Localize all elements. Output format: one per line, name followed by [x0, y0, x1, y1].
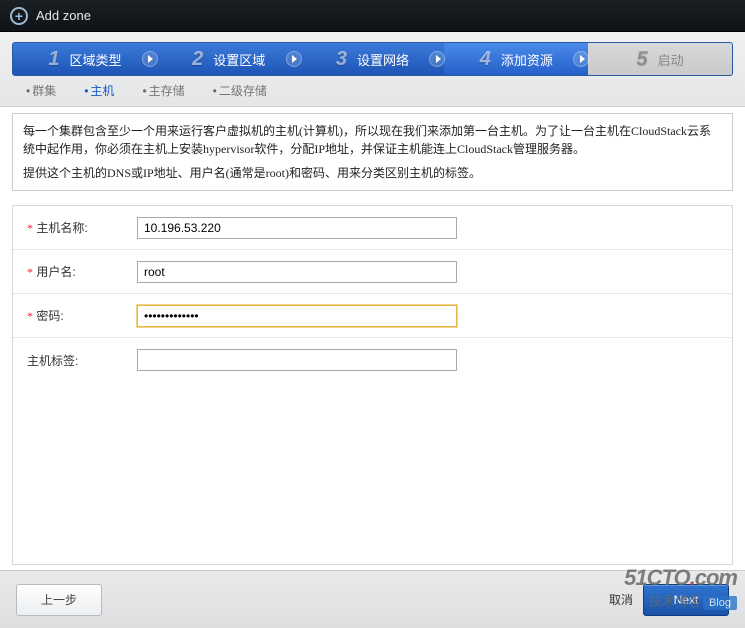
hostname-input[interactable]: [137, 217, 457, 239]
row-host-tags: 主机标签:: [13, 338, 732, 382]
next-button[interactable]: Next: [643, 584, 729, 616]
window-title: Add zone: [36, 8, 91, 23]
password-label: * 密码:: [27, 307, 137, 324]
row-password: * 密码:: [13, 294, 732, 338]
step-number: 3: [336, 48, 347, 71]
row-hostname: * 主机名称:: [13, 206, 732, 250]
subtabs: •群集 •主机 •主存储 •二级存储: [12, 76, 733, 100]
bullet-icon: •: [142, 84, 146, 98]
step-label: 设置网络: [357, 50, 409, 69]
step-label: 启动: [658, 50, 684, 69]
info-text-2: 提供这个主机的DNS或IP地址、用户名(通常是root)和密码、用来分类区别主机…: [23, 164, 722, 182]
bullet-icon: •: [84, 84, 88, 98]
step-label: 添加资源: [501, 50, 553, 69]
chevron-right-icon: [573, 51, 589, 67]
previous-button[interactable]: 上一步: [16, 584, 102, 616]
step-number: 2: [192, 48, 203, 71]
chevron-right-icon: [429, 51, 445, 67]
step-launch: 5 启动: [588, 43, 732, 75]
info-text-1: 每一个集群包含至少一个用来运行客户虚拟机的主机(计算机)，所以现在我们来添加第一…: [23, 122, 722, 158]
bullet-icon: •: [213, 84, 217, 98]
step-number: 1: [48, 48, 59, 71]
hostname-label: * 主机名称:: [27, 219, 137, 236]
cancel-link[interactable]: 取消: [609, 591, 633, 608]
subtab-label: 主存储: [149, 84, 185, 98]
chevron-right-icon: [286, 51, 302, 67]
subtab-secondary-storage[interactable]: •二级存储: [213, 82, 267, 100]
host-tags-input[interactable]: [137, 349, 457, 371]
plus-icon: +: [10, 7, 28, 25]
step-label: 区域类型: [69, 50, 121, 69]
bullet-icon: •: [26, 84, 30, 98]
step-zone-type[interactable]: 1 区域类型: [13, 43, 157, 75]
subtab-cluster[interactable]: •群集: [26, 82, 56, 100]
password-input[interactable]: [137, 305, 457, 327]
step-setup-network[interactable]: 3 设置网络: [301, 43, 445, 75]
subtab-host[interactable]: •主机: [84, 82, 114, 100]
form-panel: * 主机名称: * 用户名: * 密码: 主机标签:: [12, 205, 733, 565]
step-number: 5: [637, 48, 648, 71]
host-tags-label: 主机标签:: [27, 352, 137, 369]
step-number: 4: [480, 48, 491, 71]
step-add-resources[interactable]: 4 添加资源: [444, 43, 588, 75]
wizard-steps-area: 1 区域类型 2 设置区域 3 设置网络 4 添加资源 5 启动 •群集 •主机…: [0, 32, 745, 107]
titlebar: + Add zone: [0, 0, 745, 32]
subtab-label: 主机: [90, 84, 114, 98]
username-input[interactable]: [137, 261, 457, 283]
wizard-steps: 1 区域类型 2 设置区域 3 设置网络 4 添加资源 5 启动: [12, 42, 733, 76]
username-label: * 用户名:: [27, 263, 137, 280]
chevron-right-icon: [142, 51, 158, 67]
bottom-bar: 上一步 取消 Next: [0, 570, 745, 628]
right-actions: 取消 Next: [609, 584, 729, 616]
info-box: 每一个集群包含至少一个用来运行客户虚拟机的主机(计算机)，所以现在我们来添加第一…: [12, 113, 733, 191]
subtab-label: 群集: [32, 84, 56, 98]
step-setup-zone[interactable]: 2 设置区域: [157, 43, 301, 75]
row-username: * 用户名:: [13, 250, 732, 294]
step-label: 设置区域: [213, 50, 265, 69]
subtab-label: 二级存储: [219, 84, 267, 98]
subtab-primary-storage[interactable]: •主存储: [142, 82, 184, 100]
